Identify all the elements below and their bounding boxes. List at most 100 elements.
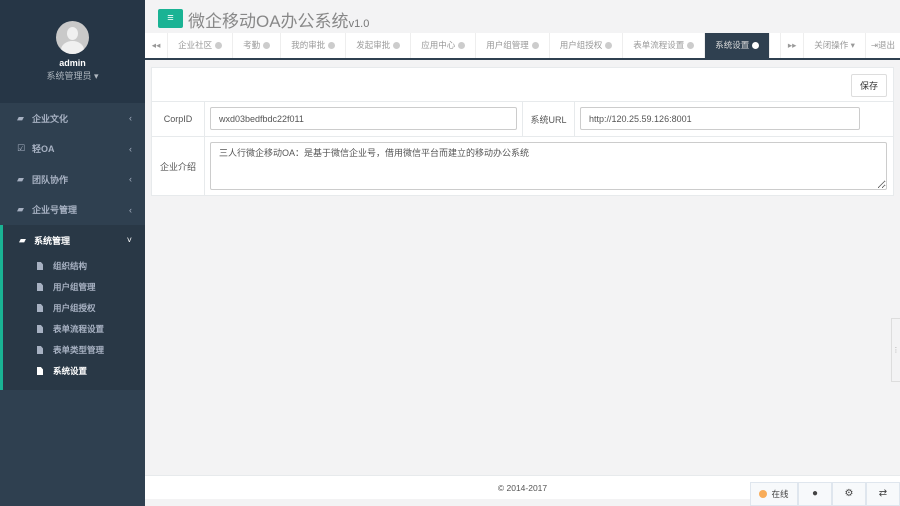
chevron-down-icon: ˅ — [126, 235, 132, 246]
sidebar-subitem-label: 用户组管理 — [53, 282, 96, 292]
online-status-button[interactable]: 在线 — [750, 482, 798, 506]
sidebar-item-label: 团队协作 — [32, 174, 69, 185]
file-icon — [37, 325, 43, 333]
sidebar-item-corp-account[interactable]: ▰ 企业号管理 ‹ — [0, 195, 145, 226]
tab-system-settings[interactable]: 系统设置 — [705, 33, 771, 58]
sidebar-item-culture[interactable]: ▰ 企业文化 ‹ — [0, 103, 145, 134]
tab-label: 应用中心 — [421, 40, 456, 50]
page-title: 微企移动OA办公系统v1.0 — [188, 7, 369, 32]
close-icon[interactable] — [605, 42, 613, 49]
menu-toggle-button[interactable]: ≡ — [158, 9, 183, 28]
sidebar-subitem-label: 系统设置 — [53, 366, 88, 376]
sidebar-subitem-label: 用户组授权 — [53, 303, 96, 313]
intro-label: 企业介绍 — [152, 137, 205, 195]
close-icon[interactable] — [458, 42, 466, 49]
sign-out-icon: ⇥ — [870, 40, 878, 50]
close-icon[interactable] — [328, 42, 336, 49]
tab-my-approval[interactable]: 我的审批 — [281, 33, 347, 58]
sidebar-item-label: 系统管理 — [34, 235, 71, 246]
bottom-toolbar: 在线 ● ⚙ ⇄ — [750, 482, 900, 506]
folder-open-icon: ▰ — [19, 234, 26, 245]
tab-label: 用户组授权 — [559, 40, 603, 50]
sidebar-subitem-label: 组织结构 — [53, 261, 88, 271]
chevron-left-icon: ‹ — [129, 204, 132, 215]
file-icon — [37, 304, 43, 312]
header: ≡ 微企移动OA办公系统v1.0 — [145, 0, 900, 33]
copyright: © 2014-2017 — [497, 483, 548, 493]
sidebar-group-system: ▰ 系统管理 ˅ 组织结构 用户组管理 用户组授权 表单流程设置 表单类型管理 系统… — [0, 225, 145, 390]
tab-label: 用户组管理 — [486, 40, 529, 50]
check-circle-icon — [759, 490, 768, 498]
sidebar-subitem-group-auth[interactable]: 用户组授权 — [3, 298, 145, 319]
intro-textarea[interactable]: 三人行微企移动OA：是基于微信企业号，借用微信平台而建立的移动办公系统 — [210, 142, 887, 190]
exchange-icon: ⇄ — [878, 488, 888, 499]
logout-button[interactable]: ⇥退出 — [866, 33, 900, 58]
tab-form-flow[interactable]: 表单流程设置 — [623, 33, 706, 58]
avatar[interactable] — [56, 21, 89, 54]
tab-label: 发起审批 — [356, 40, 391, 50]
profile-name: admin — [59, 58, 86, 68]
sidebar-item-label: 轻OA — [32, 144, 55, 155]
tab-group-mgmt[interactable]: 用户组管理 — [476, 33, 550, 58]
tab-community[interactable]: 企业社区 — [168, 33, 234, 58]
tabs-scroll-right-button[interactable]: ▸▸ — [781, 33, 805, 58]
sidebar-subitem-label: 表单类型管理 — [53, 345, 105, 355]
backward-icon: ◂◂ — [151, 40, 161, 50]
tab-attendance[interactable]: 考勤 — [233, 33, 282, 58]
tab-group-auth[interactable]: 用户组授权 — [550, 33, 624, 58]
sidebar-subitem-form-type[interactable]: 表单类型管理 — [3, 340, 145, 361]
close-icon[interactable] — [393, 42, 401, 49]
app-title: 微企移动OA办公系统 — [188, 12, 349, 31]
corpid-label: CorpID — [152, 102, 205, 136]
sidebar-subitem-group-mgmt[interactable]: 用户组管理 — [3, 277, 145, 298]
sidebar-item-light-oa[interactable]: ☑ 轻OA ‹ — [0, 134, 145, 165]
folder-icon: ▰ — [17, 173, 24, 184]
sidebar-subitem-label: 表单流程设置 — [53, 324, 105, 334]
settings-panel: 保存 CorpID 系统URL 企业介绍 三人行微企移动OA：是基于微信企业号，… — [151, 67, 894, 196]
chevron-left-icon: ‹ — [129, 143, 132, 154]
close-icon[interactable] — [263, 42, 271, 49]
tab-bar: ◂◂ 企业社区 考勤 我的审批 发起审批 应用中心 用户组管理 用户组授权 表单… — [145, 33, 900, 60]
url-label: 系统URL — [522, 102, 575, 136]
tabs-scroll-left-button[interactable]: ◂◂ — [145, 33, 169, 58]
sidebar-subitem-settings[interactable]: 系统设置 — [3, 361, 145, 382]
tab-start-approval[interactable]: 发起审批 — [346, 33, 412, 58]
settings-button[interactable]: ⚙ — [832, 482, 866, 506]
tab-label: 企业社区 — [178, 40, 213, 50]
sidebar-subitem-org[interactable]: 组织结构 — [3, 256, 145, 277]
close-operations-dropdown[interactable]: 关闭操作 ▾ — [804, 33, 866, 58]
profile-role: 系统管理员 — [46, 71, 92, 81]
online-label: 在线 — [771, 489, 789, 499]
forward-icon: ▸▸ — [787, 40, 797, 50]
tab-label: 系统设置 — [715, 40, 750, 50]
file-icon — [37, 262, 43, 270]
chevron-left-icon: ‹ — [129, 174, 132, 185]
file-icon — [37, 346, 43, 354]
file-icon — [37, 367, 43, 375]
switch-button[interactable]: ⇄ — [866, 482, 900, 506]
profile-role-dropdown[interactable]: 系统管理员 ▾ — [0, 69, 145, 82]
tab-label: 我的审批 — [291, 40, 326, 50]
tab-label: 表单流程设置 — [633, 40, 685, 50]
right-sidebar-handle[interactable]: ⋮ — [891, 318, 900, 382]
save-button[interactable]: 保存 — [851, 74, 887, 97]
comment-icon: ● — [811, 488, 819, 499]
close-icon[interactable] — [531, 42, 539, 49]
sidebar-subitem-form-flow[interactable]: 表单流程设置 — [3, 319, 145, 340]
folder-icon: ▰ — [17, 204, 24, 215]
url-input[interactable] — [580, 107, 860, 130]
close-icon[interactable] — [752, 42, 760, 49]
checkbox-icon: ☑ — [17, 143, 26, 154]
corpid-input[interactable] — [210, 107, 517, 130]
close-icon[interactable] — [687, 42, 695, 49]
chevron-left-icon: ‹ — [129, 113, 132, 124]
close-ops-label: 关闭操作 — [814, 40, 849, 50]
tab-label: 考勤 — [243, 40, 261, 50]
sidebar-item-team[interactable]: ▰ 团队协作 ‹ — [0, 164, 145, 195]
tab-app-center[interactable]: 应用中心 — [411, 33, 477, 58]
chat-button[interactable]: ● — [798, 482, 832, 506]
sidebar-item-label: 企业文化 — [32, 113, 69, 124]
close-icon[interactable] — [215, 42, 223, 49]
sidebar-item-system[interactable]: ▰ 系统管理 ˅ — [3, 225, 145, 256]
gear-icon: ⚙ — [844, 488, 854, 499]
